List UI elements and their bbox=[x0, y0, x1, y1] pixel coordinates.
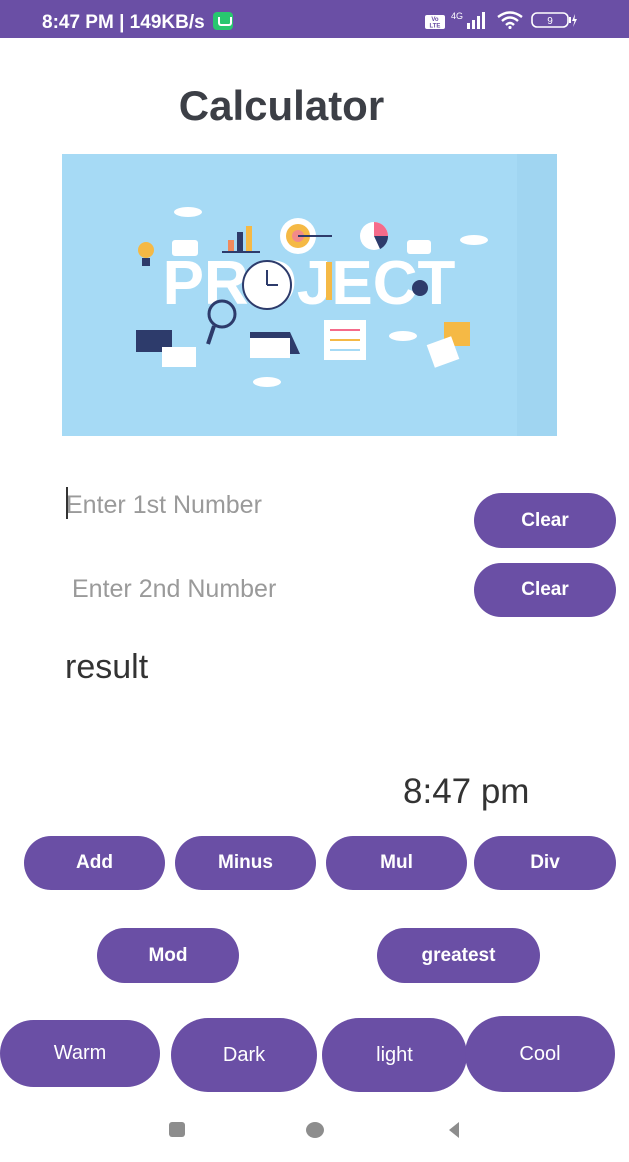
greatest-button[interactable]: greatest bbox=[377, 928, 540, 983]
svg-text:Vo: Vo bbox=[431, 17, 439, 23]
status-time-text: 8:47 PM | 149KB/s bbox=[42, 12, 205, 33]
text-caret bbox=[66, 487, 68, 519]
volte-icon: Vo LTE bbox=[425, 15, 445, 29]
banner-word: PROJECT bbox=[163, 249, 456, 318]
add-button[interactable]: Add bbox=[24, 836, 165, 890]
wifi-icon bbox=[497, 11, 523, 29]
light-theme-button[interactable]: light bbox=[322, 1018, 467, 1092]
clear-first-button[interactable]: Clear bbox=[474, 493, 616, 548]
status-time: 8:47 PM | 149KB/s bbox=[42, 0, 233, 38]
circle-home-icon[interactable] bbox=[306, 1122, 324, 1138]
project-illustration: PROJECT bbox=[62, 154, 557, 436]
second-number-input[interactable] bbox=[72, 570, 452, 608]
dark-theme-button[interactable]: Dark bbox=[171, 1018, 317, 1092]
network-label: 4G bbox=[451, 11, 463, 21]
notification-app-icon bbox=[212, 12, 233, 30]
minus-button[interactable]: Minus bbox=[175, 836, 316, 890]
square-recent-icon[interactable] bbox=[169, 1122, 185, 1137]
cool-theme-button[interactable]: Cool bbox=[465, 1016, 615, 1092]
div-button[interactable]: Div bbox=[474, 836, 616, 890]
warm-theme-button[interactable]: Warm bbox=[0, 1020, 160, 1087]
clear-second-button[interactable]: Clear bbox=[474, 563, 616, 617]
svg-text:LTE: LTE bbox=[430, 24, 441, 30]
battery-level: 9 bbox=[547, 16, 553, 27]
mod-button[interactable]: Mod bbox=[97, 928, 239, 983]
system-navigation-bar bbox=[0, 1100, 629, 1162]
status-bar: 8:47 PM | 149KB/s Vo LTE 4G 9 bbox=[0, 0, 629, 38]
result-label: result bbox=[65, 648, 149, 686]
text-clock: 8:47 pm bbox=[403, 772, 530, 811]
triangle-back-icon[interactable] bbox=[449, 1122, 459, 1138]
first-number-input[interactable] bbox=[66, 486, 446, 524]
signal-4g-icon: 4G bbox=[451, 11, 485, 29]
status-indicators: Vo LTE 4G 9 bbox=[425, 9, 595, 33]
battery-icon: 9 bbox=[531, 12, 577, 28]
mul-button[interactable]: Mul bbox=[326, 836, 467, 890]
page-title: Calculator bbox=[178, 82, 385, 129]
project-banner-image: PROJECT bbox=[62, 154, 557, 436]
